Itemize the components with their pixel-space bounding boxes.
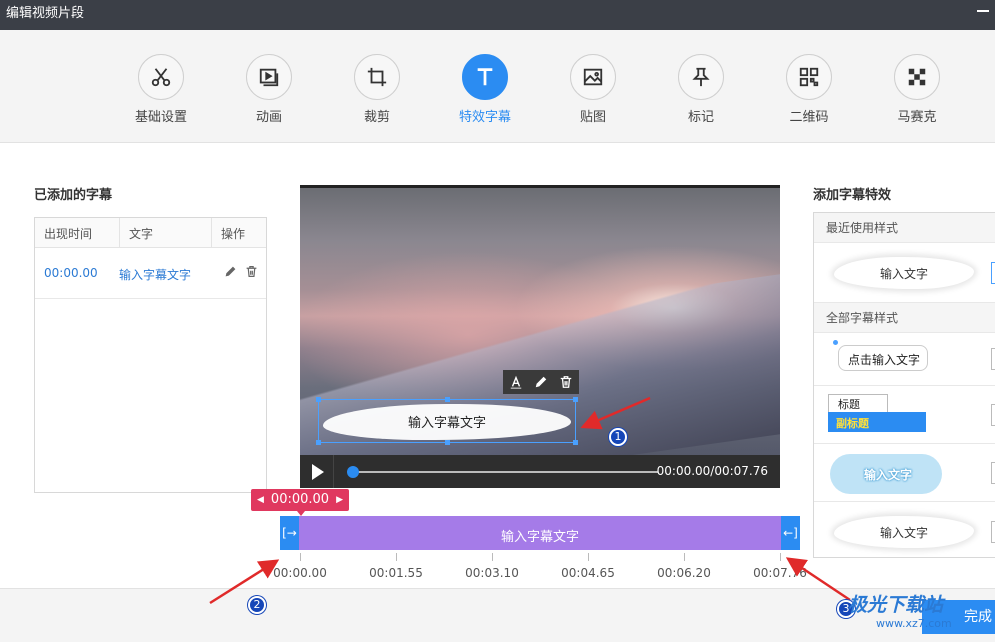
- style-checkbox[interactable]: [991, 261, 995, 284]
- text-style-icon[interactable]: [509, 375, 523, 389]
- ruler-tick-label: 00:04.65: [561, 566, 615, 580]
- recent-section-header: 最近使用样式: [814, 213, 995, 243]
- table-row[interactable]: 00:00.00 输入字幕文字: [35, 248, 266, 299]
- column-header: 操作: [221, 227, 246, 241]
- tool-crop[interactable]: 裁剪: [337, 54, 417, 125]
- progress-track[interactable]: [353, 471, 658, 473]
- style-item[interactable]: 输入文字: [814, 502, 995, 557]
- title-bar: 编辑视频片段: [0, 0, 995, 30]
- tool-effect-subtitle[interactable]: 特效字幕: [445, 54, 525, 125]
- animation-icon: [246, 54, 292, 100]
- style-text: 输入文字: [879, 526, 928, 540]
- mosaic-icon: [894, 54, 940, 100]
- playhead-time-tag[interactable]: ◀ 00:00.00 ▶: [251, 489, 349, 516]
- style-text: 输入文字: [864, 468, 913, 482]
- added-subtitles-title: 已添加的字幕: [34, 188, 113, 203]
- tool-sticker[interactable]: 贴图: [553, 54, 633, 125]
- ruler-tick-label: 00:07.76: [753, 566, 807, 580]
- style-item[interactable]: 输入文字: [814, 444, 995, 502]
- subtitle-table: 出现时间 文字 操作 00:00.00 输入字幕文字: [34, 217, 267, 493]
- trash-icon[interactable]: [245, 265, 258, 278]
- style-checkbox[interactable]: [991, 521, 995, 543]
- style-item[interactable]: 点击输入文字: [814, 333, 995, 386]
- effect-style-panel: 最近使用样式 输入文字 全部字幕样式 点击输入文字 标题 副标题 输入文字 输入…: [813, 212, 995, 558]
- subtitle-clip[interactable]: [→ 输入字幕文字 ←]: [280, 516, 800, 550]
- tool-label: 马赛克: [897, 110, 937, 125]
- text-t-icon: [462, 54, 508, 100]
- ruler-tick: [780, 553, 781, 561]
- toolbar: 基础设置 动画 裁剪 特效字幕 贴图 标记 二维码 马赛克: [0, 30, 995, 143]
- style-text: 点击输入文字: [848, 353, 921, 367]
- style-checkbox[interactable]: [991, 348, 995, 370]
- window-title: 编辑视频片段: [6, 6, 85, 21]
- tool-label: 裁剪: [363, 110, 390, 125]
- all-section-header: 全部字幕样式: [814, 303, 995, 333]
- tool-qrcode[interactable]: 二维码: [769, 54, 849, 125]
- style-item[interactable]: 标题 副标题: [814, 386, 995, 444]
- ruler-tick: [396, 553, 397, 561]
- row-text: 输入字幕文字: [119, 268, 192, 282]
- tool-label: 二维码: [789, 110, 829, 125]
- style-subtitle: 副标题: [836, 417, 869, 430]
- time-display: 00:00.00/00:07.76: [656, 464, 768, 478]
- tag-right-arrow-icon[interactable]: ▶: [336, 489, 343, 511]
- trash-icon[interactable]: [559, 375, 573, 389]
- ruler-tick-label: 00:03.10: [465, 566, 519, 580]
- video-preview: 输入字幕文字 00:00.00/00:07.76: [300, 185, 780, 488]
- pencil-icon[interactable]: [224, 265, 237, 278]
- style-checkbox[interactable]: [991, 461, 995, 484]
- ruler-tick-label: 00:01.55: [369, 566, 423, 580]
- ruler-tick-label: 00:00.00: [273, 566, 327, 580]
- caption-text[interactable]: 输入字幕文字: [319, 412, 575, 431]
- tool-mark[interactable]: 标记: [661, 54, 741, 125]
- tag-left-arrow-icon[interactable]: ◀: [257, 489, 264, 511]
- clip-label: 输入字幕文字: [500, 530, 579, 545]
- style-text: 输入文字: [879, 267, 928, 281]
- image-icon: [570, 54, 616, 100]
- scissors-icon: [138, 54, 184, 100]
- annotation-badge: 1: [609, 428, 627, 446]
- row-time: 00:00.00: [44, 266, 98, 280]
- table-header: 出现时间 文字 操作: [35, 218, 266, 248]
- caption-mini-toolbar: [503, 370, 579, 394]
- style-item[interactable]: 输入文字: [814, 243, 995, 303]
- style-title: 标题: [838, 398, 860, 411]
- tool-label: 标记: [687, 110, 714, 125]
- pin-icon: [678, 54, 724, 100]
- watermark-line2: www.xz7.com: [876, 617, 952, 630]
- clip-end-handle[interactable]: ←]: [781, 516, 800, 550]
- ruler-tick: [300, 553, 301, 561]
- ruler-tick: [588, 553, 589, 561]
- watermark: 极光下载站 www.xz7.com: [848, 590, 952, 630]
- playhead-time: 00:00.00: [270, 492, 330, 507]
- tool-animation[interactable]: 动画: [229, 54, 309, 125]
- ruler-tick: [684, 553, 685, 561]
- watermark-line1: 极光下载站: [848, 594, 944, 616]
- minimize-button[interactable]: [977, 10, 989, 12]
- crop-icon: [354, 54, 400, 100]
- progress-knob[interactable]: [347, 466, 359, 478]
- caption-selection-box[interactable]: 输入字幕文字: [316, 397, 578, 445]
- add-effect-title: 添加字幕特效: [813, 188, 892, 203]
- tool-basic-settings[interactable]: 基础设置: [121, 54, 201, 125]
- tool-mosaic[interactable]: 马赛克: [877, 54, 957, 125]
- tool-label: 基础设置: [134, 110, 187, 125]
- play-icon[interactable]: [312, 464, 324, 480]
- column-header: 出现时间: [44, 227, 93, 241]
- annotation-badge: 2: [248, 596, 266, 614]
- ruler-tick-label: 00:06.20: [657, 566, 711, 580]
- style-checkbox[interactable]: [991, 403, 995, 426]
- player-controls: 00:00.00/00:07.76: [300, 455, 780, 488]
- qrcode-icon: [786, 54, 832, 100]
- tool-label: 特效字幕: [458, 110, 511, 125]
- pencil-icon[interactable]: [534, 375, 548, 389]
- ruler-tick: [492, 553, 493, 561]
- tool-label: 贴图: [579, 110, 606, 125]
- column-header: 文字: [129, 227, 154, 241]
- tool-label: 动画: [255, 110, 282, 125]
